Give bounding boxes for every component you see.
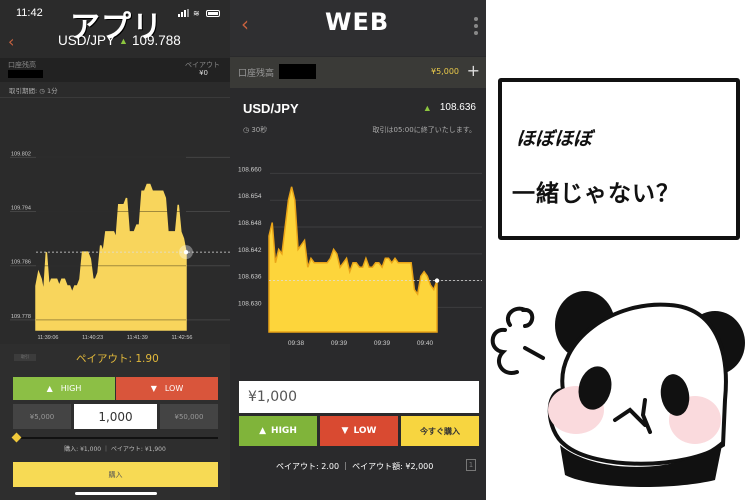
- low-arrow-icon: ▼: [150, 384, 157, 393]
- comment-box: ほぼほぼ 一緒じゃない？: [498, 78, 740, 240]
- y-tick-label: 108.642: [238, 247, 262, 254]
- app-trade-panel: 取引 ペイアウト: 1.90 ▲ HIGH ▼ LOW ¥5,000 1,000…: [0, 344, 230, 500]
- pair-name: USD/JPY: [243, 101, 299, 116]
- amount-input[interactable]: ¥1,000: [239, 381, 479, 413]
- low-button[interactable]: ▼ LOW: [116, 377, 218, 400]
- high-arrow-icon: ▲: [259, 426, 267, 436]
- x-tick-label: 11:41:39: [127, 335, 148, 341]
- high-button[interactable]: ▲ HIGH: [13, 377, 115, 400]
- comment-line-2: 一緒じゃない？: [512, 181, 680, 207]
- battery-icon: [206, 10, 220, 17]
- home-indicator: [75, 492, 157, 495]
- web-overlay-title: WEB: [325, 8, 390, 36]
- back-chevron-icon[interactable]: ‹: [8, 32, 14, 51]
- low-arrow-icon: ▼: [341, 426, 349, 436]
- account-balance-label: 口座残高: [8, 61, 36, 69]
- amount-input[interactable]: 1,000: [74, 404, 157, 429]
- x-tick-label: 09:39: [331, 340, 348, 347]
- price-area: [35, 183, 187, 331]
- trade-duration: ◷ 30秒: [243, 126, 268, 134]
- purchase-summary: 購入: ¥1,000 ｜ ペイアウト: ¥1,900: [64, 446, 166, 453]
- buy-now-button[interactable]: 今すぐ購入: [401, 416, 479, 446]
- high-label: HIGH: [60, 384, 82, 393]
- more-menu-icon[interactable]: [474, 17, 478, 35]
- web-panel: ‹ WEB 口座残高 ¥5,000 + USD/JPY ▲ 108.636 ◷ …: [230, 0, 486, 500]
- y-tick-label: 109.786: [11, 260, 31, 266]
- balance-value: ¥5,000: [431, 67, 459, 76]
- buy-button[interactable]: 購入: [13, 462, 218, 487]
- account-balance-label: 口座残高: [238, 69, 275, 79]
- app-navbar: ‹ USD/JPY ▲ 109.788: [0, 28, 230, 58]
- app-pair-header: USD/JPY ▲ 109.788: [58, 33, 181, 48]
- account-bar: 口座残高 ペイアウト ¥0: [0, 58, 230, 82]
- y-tick-label: 108.648: [238, 220, 262, 227]
- low-button[interactable]: ▼ LOW: [320, 416, 398, 446]
- system-icons: ≋: [178, 9, 220, 18]
- y-tick-label: 108.630: [238, 300, 262, 307]
- preset-amount-min[interactable]: ¥5,000: [13, 404, 71, 429]
- up-arrow-icon: ▲: [119, 35, 128, 46]
- pair-info: USD/JPY ▲ 108.636 ◷ 30秒 取引は05:00に終了いたします…: [230, 90, 486, 144]
- payout-summary: ペイアウト: 2.00 ｜ ペイアウト額: ¥2,000: [276, 462, 434, 471]
- y-tick-label: 108.654: [238, 193, 262, 200]
- amount-slider[interactable]: [11, 432, 218, 443]
- x-tick-label: 11:40:23: [82, 335, 103, 341]
- status-time: 11:42: [16, 7, 43, 19]
- x-tick-label: 09:38: [288, 340, 305, 347]
- trade-end-note: 取引は05:00に終了いたします。: [372, 126, 476, 134]
- low-label: LOW: [353, 426, 377, 436]
- trade-period[interactable]: 取引期間: ◷ 1分: [0, 82, 230, 98]
- wifi-icon: ≋: [193, 9, 200, 18]
- account-balance-redacted: [279, 64, 316, 79]
- y-tick-label: 109.778: [11, 314, 31, 320]
- up-arrow-icon: ▲: [422, 102, 432, 113]
- payout-value: ¥0: [199, 69, 208, 77]
- rate-display: ▲ 108.636: [423, 102, 476, 113]
- current-rate-marker: [183, 249, 189, 255]
- web-price-chart[interactable]: 108.630 108.636 108.642 108.648 108.654 108.6…: [230, 150, 486, 360]
- high-label: HIGH: [271, 426, 297, 436]
- price-area: [268, 186, 438, 333]
- web-topbar: ‹ WEB: [230, 0, 486, 56]
- preset-amount-max[interactable]: ¥50,000: [160, 404, 218, 429]
- x-tick-label: 11:42:56: [171, 335, 192, 341]
- app-price-chart[interactable]: 109.778 109.786 109.794 109.802 11:39:06 11:4…: [0, 100, 230, 342]
- current-rate-marker: [434, 278, 440, 283]
- add-funds-plus-icon[interactable]: +: [467, 61, 480, 80]
- y-tick-label: 109.794: [11, 206, 31, 212]
- panda-illustration: [490, 291, 745, 487]
- current-rate: 108.636: [439, 102, 476, 113]
- x-tick-label: 11:39:06: [37, 335, 58, 341]
- comment-line-1: ほぼほぼ: [516, 128, 593, 150]
- signal-icon: [178, 9, 189, 17]
- y-tick-label: 108.660: [238, 166, 262, 173]
- y-tick-label: 108.636: [238, 274, 262, 281]
- y-tick-label: 109.802: [11, 151, 31, 157]
- trade-period-label: 取引期間: ◷ 1分: [9, 87, 58, 95]
- high-arrow-icon: ▲: [46, 384, 53, 393]
- high-button[interactable]: ▲ HIGH: [239, 416, 317, 446]
- x-tick-label: 09:39: [374, 340, 391, 347]
- low-label: LOW: [164, 384, 184, 393]
- account-balance-redacted: [8, 70, 43, 78]
- pair-name: USD/JPY: [58, 33, 116, 48]
- x-tick-label: 09:40: [417, 340, 434, 347]
- back-chevron-icon[interactable]: ‹: [241, 12, 249, 36]
- one-click-icon[interactable]: 1: [466, 459, 476, 471]
- payout-rate: ペイアウト: 1.90: [76, 353, 159, 365]
- account-bar: 口座残高 ¥5,000 +: [230, 57, 486, 88]
- mini-tag[interactable]: 取引: [14, 354, 36, 361]
- slider-handle[interactable]: [11, 432, 22, 443]
- app-panel: 11:42 ≋ アプリ ‹ USD/JPY ▲ 109.788 口座残高 ペイア…: [0, 0, 230, 500]
- sigh-puff-icon: [490, 306, 545, 375]
- current-rate: 109.788: [131, 33, 181, 48]
